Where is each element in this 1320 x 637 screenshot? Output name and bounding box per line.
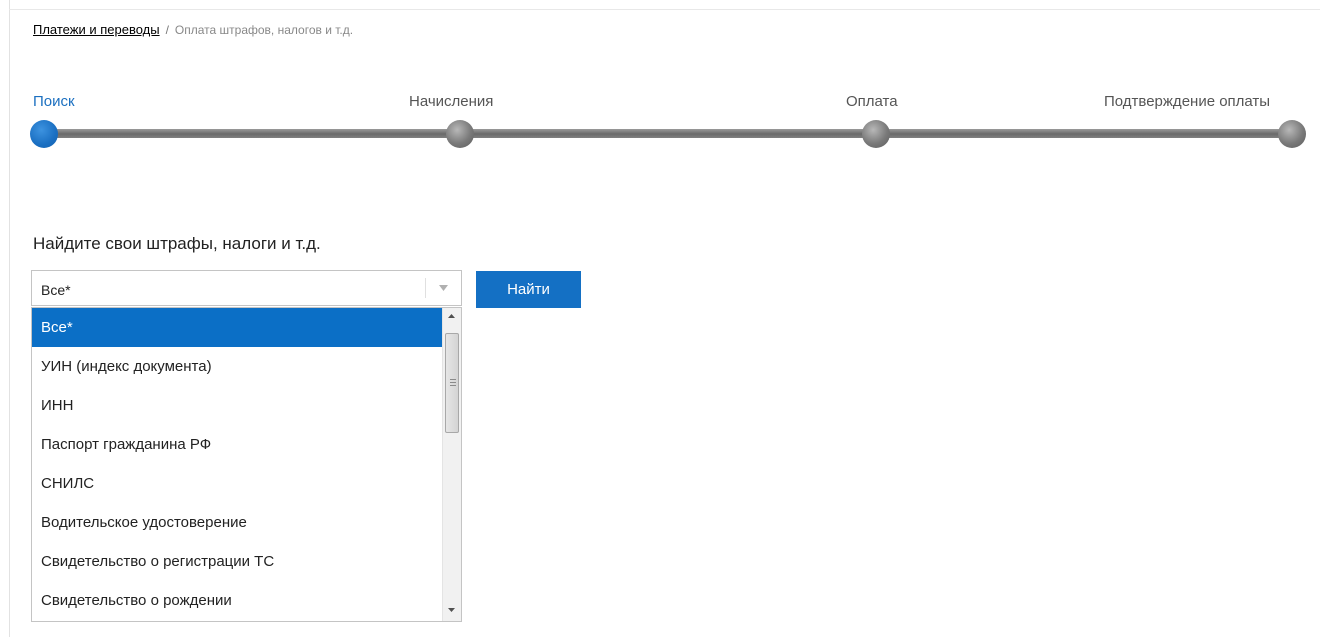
dropdown-option-inn[interactable]: ИНН bbox=[32, 386, 442, 425]
chevron-down-icon[interactable] bbox=[425, 271, 461, 305]
scroll-up-arrow-icon[interactable] bbox=[443, 308, 461, 325]
step-label-confirmation: Подтверждение оплаты bbox=[1104, 93, 1271, 110]
scroll-down-arrow-icon[interactable] bbox=[443, 602, 461, 619]
step-dot-confirmation bbox=[1278, 120, 1306, 148]
scrollbar-thumb[interactable] bbox=[445, 333, 459, 433]
dropdown-scrollbar[interactable] bbox=[442, 308, 461, 621]
dropdown-option-passport[interactable]: Паспорт гражданина РФ bbox=[32, 425, 442, 464]
search-type-dropdown-list[interactable]: Все* УИН (индекс документа) ИНН Паспорт … bbox=[31, 307, 462, 622]
select-value: Все* bbox=[41, 282, 71, 298]
dropdown-option-birth-certificate[interactable]: Свидетельство о рождении bbox=[32, 581, 442, 620]
stepper-track bbox=[44, 129, 1292, 138]
progress-stepper: Поиск Начисления Оплата Подтверждение оп… bbox=[0, 0, 1320, 160]
dropdown-option-all[interactable]: Все* bbox=[32, 308, 442, 347]
step-label-payment: Оплата bbox=[846, 93, 898, 110]
dropdown-option-driver-license[interactable]: Водительское удостоверение bbox=[32, 503, 442, 542]
step-dot-charges bbox=[446, 120, 474, 148]
step-label-search: Поиск bbox=[33, 93, 75, 110]
step-dot-payment bbox=[862, 120, 890, 148]
step-label-charges: Начисления bbox=[409, 93, 494, 110]
search-type-select[interactable]: Все* bbox=[31, 270, 462, 306]
dropdown-option-snils[interactable]: СНИЛС bbox=[32, 464, 442, 503]
step-dot-search bbox=[30, 120, 58, 148]
dropdown-option-uin[interactable]: УИН (индекс документа) bbox=[32, 347, 442, 386]
search-heading: Найдите свои штрафы, налоги и т.д. bbox=[33, 234, 321, 253]
dropdown-option-vehicle-registration[interactable]: Свидетельство о регистрации ТС bbox=[32, 542, 442, 581]
find-button[interactable]: Найти bbox=[476, 271, 581, 308]
